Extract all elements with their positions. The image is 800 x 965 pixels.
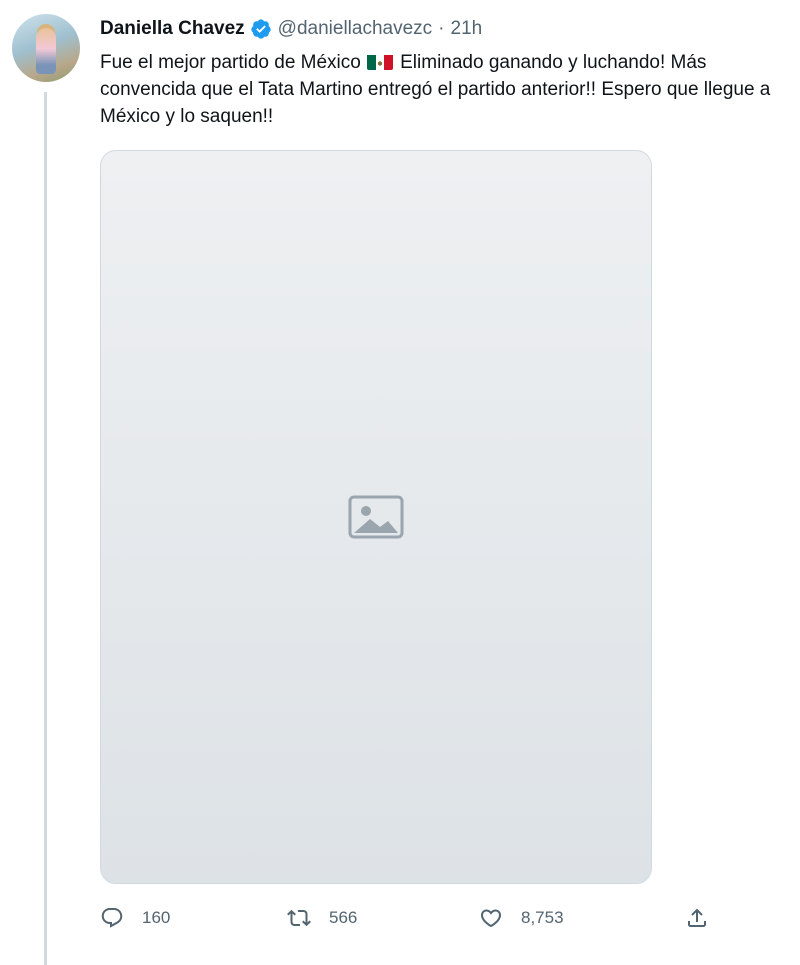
retweet-icon [287, 909, 311, 927]
author-name[interactable]: Daniella Chavez [100, 18, 245, 40]
tweet-media[interactable] [100, 150, 652, 884]
reply-button[interactable]: 160 [100, 900, 170, 936]
media-placeholder [101, 151, 651, 883]
retweet-count: 566 [329, 908, 358, 927]
verified-badge-icon [250, 18, 272, 40]
tweet-content: Daniella Chavez @daniellachavezc · 21h F… [100, 14, 790, 130]
heart-icon [480, 909, 502, 928]
like-count: 8,753 [521, 908, 564, 927]
share-icon [688, 908, 706, 927]
tweet-text: Fue el mejor partido de México Eliminado… [100, 49, 790, 130]
mexico-flag-icon [366, 53, 393, 70]
thread-line [44, 92, 47, 965]
image-placeholder-icon [348, 495, 404, 539]
reply-icon [101, 908, 123, 928]
author-handle[interactable]: @daniellachavezc [278, 18, 433, 40]
share-button[interactable] [685, 900, 709, 936]
avatar-figure [36, 28, 56, 74]
tweet-header: Daniella Chavez @daniellachavezc · 21h [100, 14, 790, 44]
tweet-timestamp[interactable]: 21h [451, 18, 483, 40]
retweet-button[interactable]: 566 [287, 900, 357, 936]
tweet-text-part1: Fue el mejor partido de México [100, 52, 361, 73]
avatar[interactable] [12, 14, 80, 82]
reply-count: 160 [142, 908, 171, 927]
like-button[interactable]: 8,753 [479, 900, 564, 936]
header-separator: · [438, 18, 445, 39]
tweet-actions: 160 566 8,753 [100, 900, 720, 936]
tweet: Daniella Chavez @daniellachavezc · 21h F… [0, 0, 800, 965]
